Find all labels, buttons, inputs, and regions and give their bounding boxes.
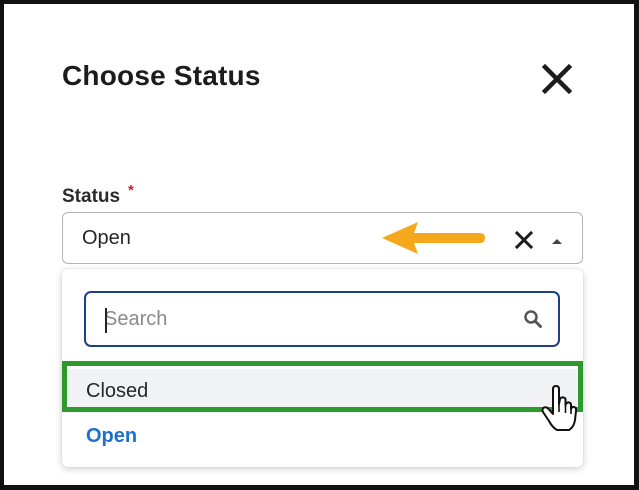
close-icon bbox=[541, 63, 573, 95]
dialog: Choose Status Status * Open Search Close… bbox=[0, 0, 639, 490]
clear-icon bbox=[514, 230, 534, 250]
option-closed[interactable]: Closed bbox=[66, 369, 579, 413]
dialog-title: Choose Status bbox=[62, 60, 261, 91]
hand-pointer-icon bbox=[541, 385, 578, 431]
caret-up-icon bbox=[552, 239, 562, 244]
clear-selection-button[interactable] bbox=[514, 230, 534, 250]
status-select[interactable]: Open bbox=[62, 212, 583, 264]
status-select-value: Open bbox=[82, 227, 131, 249]
close-button[interactable] bbox=[540, 62, 574, 96]
search-field[interactable] bbox=[84, 291, 560, 347]
search-input[interactable] bbox=[104, 306, 504, 332]
option-label: Open bbox=[86, 425, 138, 447]
required-indicator: * bbox=[128, 182, 134, 199]
left-arrow-icon bbox=[382, 222, 485, 254]
dropdown-toggle-button[interactable] bbox=[550, 233, 564, 244]
status-label: Status bbox=[62, 186, 121, 207]
text-cursor bbox=[105, 308, 107, 333]
option-label: Closed bbox=[86, 380, 149, 402]
option-open[interactable]: Open bbox=[66, 414, 579, 458]
search-icon bbox=[524, 310, 542, 328]
status-dropdown: Closed Open bbox=[62, 269, 583, 467]
